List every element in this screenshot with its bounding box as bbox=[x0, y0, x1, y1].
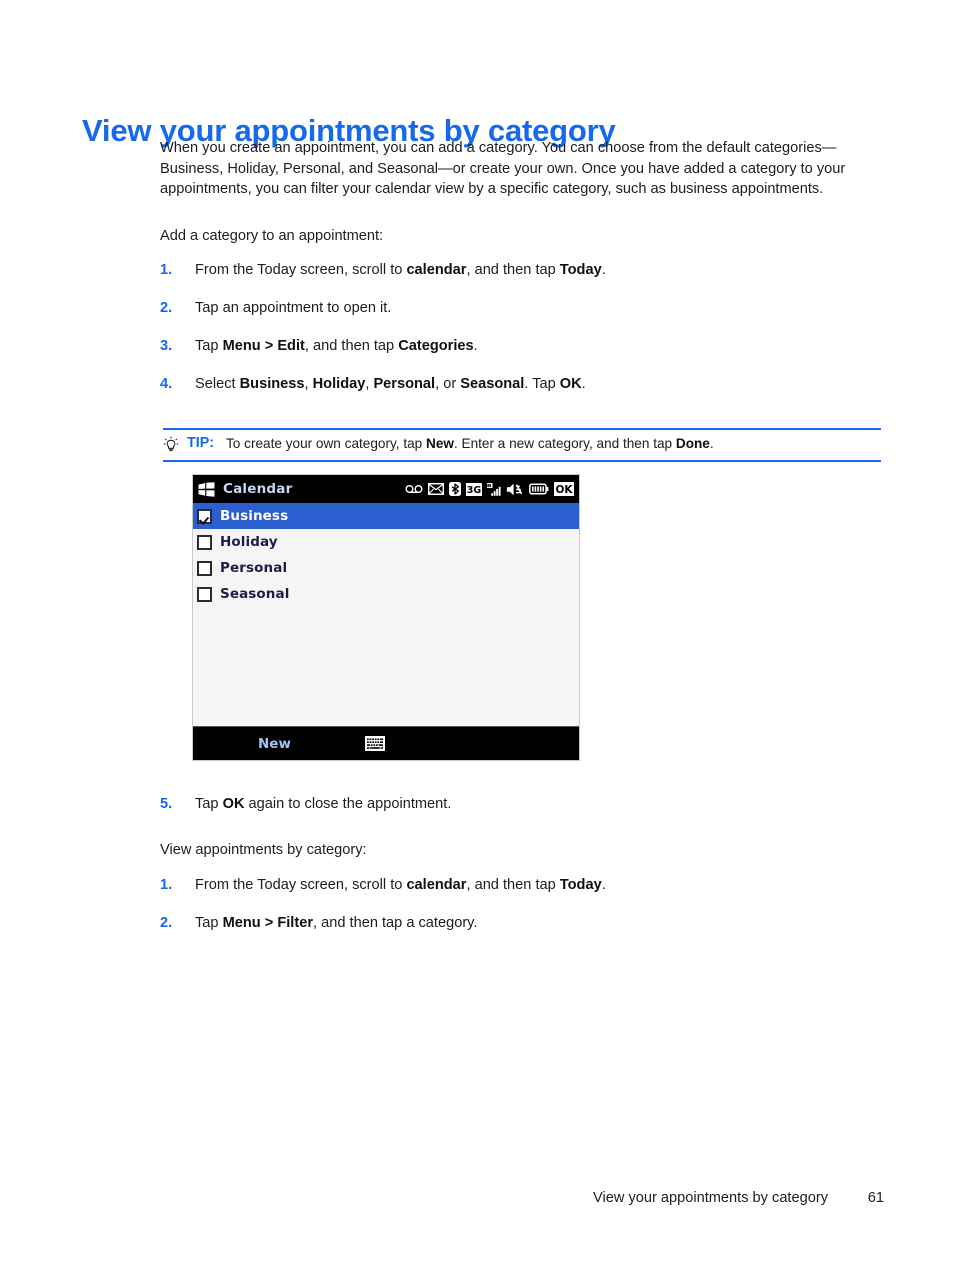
numbered-step: 3. Tap Menu > Edit, and then tap Categori… bbox=[160, 336, 885, 356]
step-number: 1. bbox=[160, 262, 173, 279]
section-two-steps: 1. From the Today screen, scroll to calen… bbox=[160, 875, 885, 933]
section-one-steps: 1. From the Today screen, scroll to calen… bbox=[160, 260, 885, 394]
category-list-item[interactable]: Holiday bbox=[193, 529, 579, 555]
step-text: Tap OK again to close the appointment. bbox=[195, 796, 452, 812]
category-list-item[interactable]: Business bbox=[193, 503, 579, 529]
svg-text:3G: 3G bbox=[467, 485, 482, 496]
step-text: Tap Menu > Filter, and then tap a catego… bbox=[195, 914, 478, 931]
ok-button-icon[interactable]: OK bbox=[554, 482, 574, 496]
step-number: 2. bbox=[160, 300, 173, 317]
section-two-lead: View appointments by category: bbox=[160, 842, 367, 858]
category-label: Seasonal bbox=[220, 586, 290, 602]
step-text: Select Business, Holiday, Personal, or S… bbox=[195, 376, 586, 393]
tip-text: To create your own category, tap New. En… bbox=[226, 436, 714, 451]
numbered-step: 2. Tap an appointment to open it. bbox=[160, 298, 885, 318]
battery-icon bbox=[529, 483, 549, 495]
speaker-icon bbox=[506, 483, 524, 496]
numbered-step: 4. Select Business, Holiday, Personal, or… bbox=[160, 374, 885, 394]
step-text: From the Today screen, scroll to calenda… bbox=[195, 262, 606, 279]
page-footer: View your appointments by category 61 bbox=[0, 1190, 954, 1206]
tip-label: TIP: bbox=[187, 435, 215, 451]
tip-rule-bottom bbox=[163, 460, 881, 462]
tip-callout: TIP: To create your own category, tap Ne… bbox=[163, 428, 881, 462]
numbered-step: 2. Tap Menu > Filter, and then tap a cate… bbox=[160, 913, 885, 933]
envelope-icon bbox=[428, 483, 444, 495]
intro-section: When you create an appointment, you can … bbox=[160, 138, 885, 394]
numbered-step: 5. Tap OK again to close the appointment. bbox=[160, 794, 885, 814]
category-list[interactable]: Business Holiday Personal Seasonal bbox=[193, 503, 579, 607]
category-label: Personal bbox=[220, 560, 288, 576]
category-label: Business bbox=[220, 508, 289, 524]
intro-paragraph: When you create an appointment, you can … bbox=[160, 140, 846, 198]
step-text: Tap an appointment to open it. bbox=[195, 300, 392, 317]
device-screenshot: Calendar 3G OK Business Holiday Personal… bbox=[192, 474, 580, 761]
device-title: Calendar bbox=[223, 481, 293, 497]
step-number: 4. bbox=[160, 376, 173, 393]
3g-icon: 3G bbox=[466, 482, 482, 496]
checkbox-icon[interactable] bbox=[197, 534, 212, 550]
step-number: 1. bbox=[160, 876, 173, 893]
step-five-list: 5. Tap OK again to close the appointment. bbox=[160, 794, 885, 814]
voicemail-icon bbox=[405, 484, 423, 494]
step-number: 3. bbox=[160, 338, 173, 355]
lightbulb-icon bbox=[163, 436, 179, 454]
numbered-step: 1. From the Today screen, scroll to calen… bbox=[160, 875, 885, 895]
bluetooth-icon bbox=[449, 482, 461, 496]
svg-text:OK: OK bbox=[555, 484, 573, 496]
document-page: View your appointments by category When … bbox=[0, 0, 954, 1270]
numbered-step: 1. From the Today screen, scroll to calen… bbox=[160, 260, 885, 280]
step-number: 5. bbox=[160, 796, 173, 812]
keyboard-icon[interactable] bbox=[364, 736, 385, 751]
category-list-item[interactable]: Seasonal bbox=[193, 581, 579, 607]
section-two: 5. Tap OK again to close the appointment.… bbox=[160, 780, 885, 933]
checkbox-icon[interactable] bbox=[197, 508, 212, 524]
signal-bars-icon bbox=[487, 482, 501, 496]
windows-logo-icon bbox=[198, 481, 215, 497]
device-soft-key-bar: New bbox=[193, 726, 579, 760]
category-list-item[interactable]: Personal bbox=[193, 555, 579, 581]
step-number: 2. bbox=[160, 914, 173, 931]
step-text: Tap Menu > Edit, and then tap Categories… bbox=[195, 338, 478, 355]
checkbox-icon[interactable] bbox=[197, 586, 212, 602]
device-status-icons: 3G OK bbox=[405, 482, 576, 496]
category-label: Holiday bbox=[220, 534, 278, 550]
device-title-bar: Calendar 3G OK bbox=[193, 475, 579, 503]
section-one-lead: Add a category to an appointment: bbox=[160, 227, 384, 244]
new-soft-key[interactable]: New bbox=[258, 736, 291, 752]
checkbox-icon[interactable] bbox=[197, 560, 212, 576]
step-text: From the Today screen, scroll to calenda… bbox=[195, 876, 606, 893]
footer-page-number: 61 bbox=[867, 1190, 884, 1206]
footer-title: View your appointments by category bbox=[593, 1190, 828, 1206]
